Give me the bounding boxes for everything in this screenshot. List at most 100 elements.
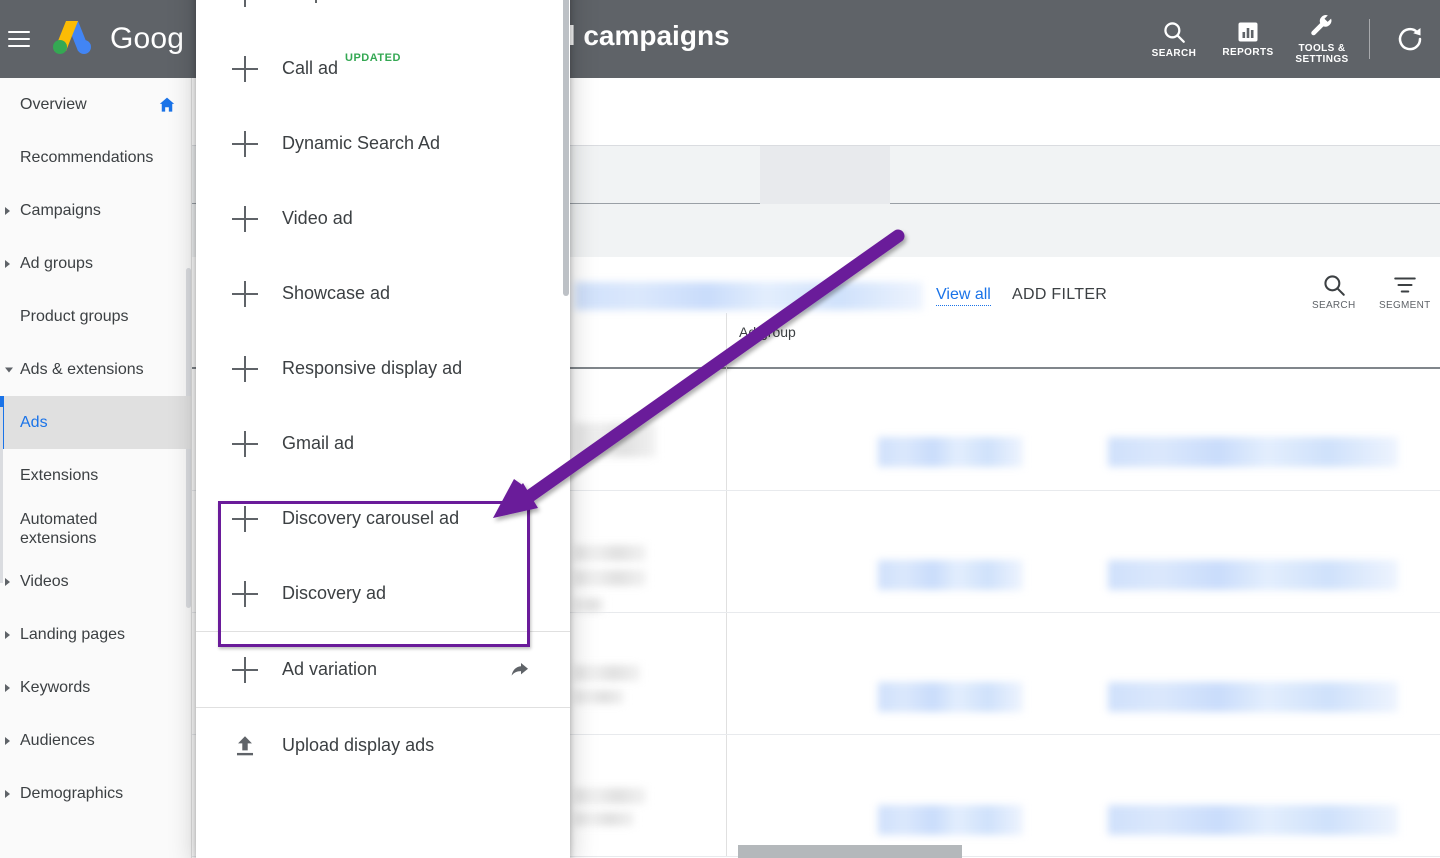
sidebar-item-label: Audiences (20, 731, 177, 750)
reports-label: REPORTS (1222, 47, 1273, 58)
sidebar-item-landing-pages[interactable]: Landing pages (0, 608, 191, 661)
segment-button[interactable]: SEGMENT (1379, 272, 1431, 311)
menu-item-label: Video ad (282, 208, 353, 229)
cell-divider (726, 369, 727, 490)
redacted-cell (878, 805, 1023, 835)
sidebar-nav-list: Overview Recommendations Campaigns Ad group… (0, 78, 191, 820)
view-all-link[interactable]: View all (936, 285, 991, 306)
updated-badge: UPDATED (345, 52, 401, 64)
plus-icon (232, 56, 258, 82)
menu-item-responsive-search-ad[interactable]: Responsive search ad (196, 0, 570, 31)
hamburger-icon[interactable] (8, 31, 30, 47)
menu-item-ad-variation[interactable]: Ad variation (196, 632, 570, 707)
menu-item-dynamic-search-ad[interactable]: Dynamic Search Ad (196, 106, 570, 181)
menu-item-list: Responsive search ad Call ad UPDATED Dynami… (196, 0, 570, 783)
refresh-icon (1395, 24, 1425, 54)
sidebar-item-audiences[interactable]: Audiences (0, 714, 191, 767)
menu-item-discovery-carousel-ad[interactable]: Discovery carousel ad (196, 481, 570, 556)
sidebar-item-ads-extensions[interactable]: Ads & extensions (0, 343, 191, 396)
redacted-cell (1108, 560, 1398, 590)
menu-item-label: Gmail ad (282, 433, 354, 454)
sidebar-item-label: Product groups (20, 307, 177, 326)
sidebar-item-demographics[interactable]: Demographics (0, 767, 191, 820)
sidebar-item-keywords[interactable]: Keywords (0, 661, 191, 714)
menu-item-discovery-ad[interactable]: Discovery ad (196, 556, 570, 631)
sidebar-item-label: Automated extensions (20, 510, 177, 548)
redacted-filter-chip (575, 282, 923, 310)
sidebar-item-label: Videos (20, 572, 177, 591)
sidebar-item-label: Ad groups (20, 254, 177, 273)
menu-scrollbar-thumb[interactable] (563, 0, 569, 296)
sidebar-subgroup-indicator (0, 407, 3, 583)
sidebar-item-recommendations[interactable]: Recommendations (0, 131, 191, 184)
sidebar-item-label: Campaigns (20, 201, 177, 220)
menu-item-label: Call ad (282, 58, 338, 79)
tools-label-line2: SETTINGS (1295, 54, 1348, 65)
brand-title: Goog (110, 22, 184, 56)
plus-icon (232, 131, 258, 157)
plus-icon (232, 206, 258, 232)
sidebar-item-ads[interactable]: Ads (0, 396, 191, 449)
sidebar-item-product-groups[interactable]: Product groups (0, 290, 191, 343)
left-sidebar: Overview Recommendations Campaigns Ad group… (0, 78, 192, 858)
sidebar-item-label: Recommendations (20, 148, 177, 167)
tools-and-settings-button[interactable]: TOOLS & SETTINGS (1285, 0, 1359, 78)
chevron-right-icon[interactable] (5, 631, 10, 639)
plus-icon (232, 356, 258, 382)
reports-button[interactable]: REPORTS (1211, 0, 1285, 78)
chevron-right-icon[interactable] (5, 737, 10, 745)
menu-scrollbar-track[interactable] (562, 0, 570, 858)
sidebar-item-videos[interactable]: Videos (0, 555, 191, 608)
topbar-divider (1369, 19, 1370, 59)
sidebar-item-overview[interactable]: Overview (0, 78, 191, 131)
menu-item-responsive-display-ad[interactable]: Responsive display ad (196, 331, 570, 406)
upload-icon (232, 733, 258, 759)
menu-item-upload-display-ads[interactable]: Upload display ads (196, 708, 570, 783)
chevron-right-icon[interactable] (5, 578, 10, 586)
menu-item-label: Dynamic Search Ad (282, 133, 440, 154)
sidebar-item-campaigns[interactable]: Campaigns (0, 184, 191, 237)
menu-item-gmail-ad[interactable]: Gmail ad (196, 406, 570, 481)
menu-item-video-ad[interactable]: Video ad (196, 181, 570, 256)
search-button[interactable]: SEARCH (1137, 0, 1211, 78)
redacted-cell (1108, 805, 1398, 835)
search-icon (1161, 19, 1187, 45)
sidebar-item-automated-extensions[interactable]: Automated extensions (0, 502, 191, 555)
table-search-button[interactable]: SEARCH (1312, 272, 1355, 311)
toolbar-active-chip[interactable] (760, 146, 890, 204)
add-filter-button[interactable]: ADD FILTER (1012, 285, 1107, 305)
redacted-cell (878, 437, 1023, 467)
chevron-down-icon[interactable] (5, 367, 13, 372)
google-ads-logo-icon (46, 17, 98, 61)
sidebar-item-label: Demographics (20, 784, 177, 803)
segment-icon (1392, 272, 1418, 298)
table-search-label: SEARCH (1312, 300, 1355, 311)
menu-item-call-ad[interactable]: Call ad UPDATED (196, 31, 570, 106)
cell-divider (726, 735, 727, 856)
sidebar-item-extensions[interactable]: Extensions (0, 449, 191, 502)
horizontal-scrollbar[interactable] (738, 845, 962, 858)
search-icon (1321, 272, 1347, 298)
menu-item-label: Discovery ad (282, 583, 386, 604)
bar-chart-icon (1236, 20, 1260, 44)
redacted-cell (574, 423, 656, 457)
sidebar-item-ad-groups[interactable]: Ad groups (0, 237, 191, 290)
chevron-right-icon[interactable] (5, 790, 10, 798)
menu-item-showcase-ad[interactable]: Showcase ad (196, 256, 570, 331)
redacted-cell (574, 690, 624, 704)
cell-divider (726, 491, 727, 612)
column-header-ad-group[interactable]: Ad group (726, 313, 1440, 369)
chevron-right-icon[interactable] (5, 260, 10, 268)
chevron-right-icon[interactable] (5, 207, 10, 215)
menu-item-label: Responsive display ad (282, 358, 462, 379)
redacted-cell (574, 598, 604, 612)
menu-item-label: Discovery carousel ad (282, 508, 459, 529)
refresh-button[interactable] (1380, 0, 1440, 78)
chevron-right-icon[interactable] (5, 684, 10, 692)
cell-divider (726, 613, 727, 734)
redacted-cell (878, 682, 1023, 712)
menu-item-label: Upload display ads (282, 735, 434, 756)
wrench-icon (1309, 14, 1335, 40)
redacted-cell (574, 545, 646, 561)
share-arrow-icon[interactable] (508, 658, 532, 682)
